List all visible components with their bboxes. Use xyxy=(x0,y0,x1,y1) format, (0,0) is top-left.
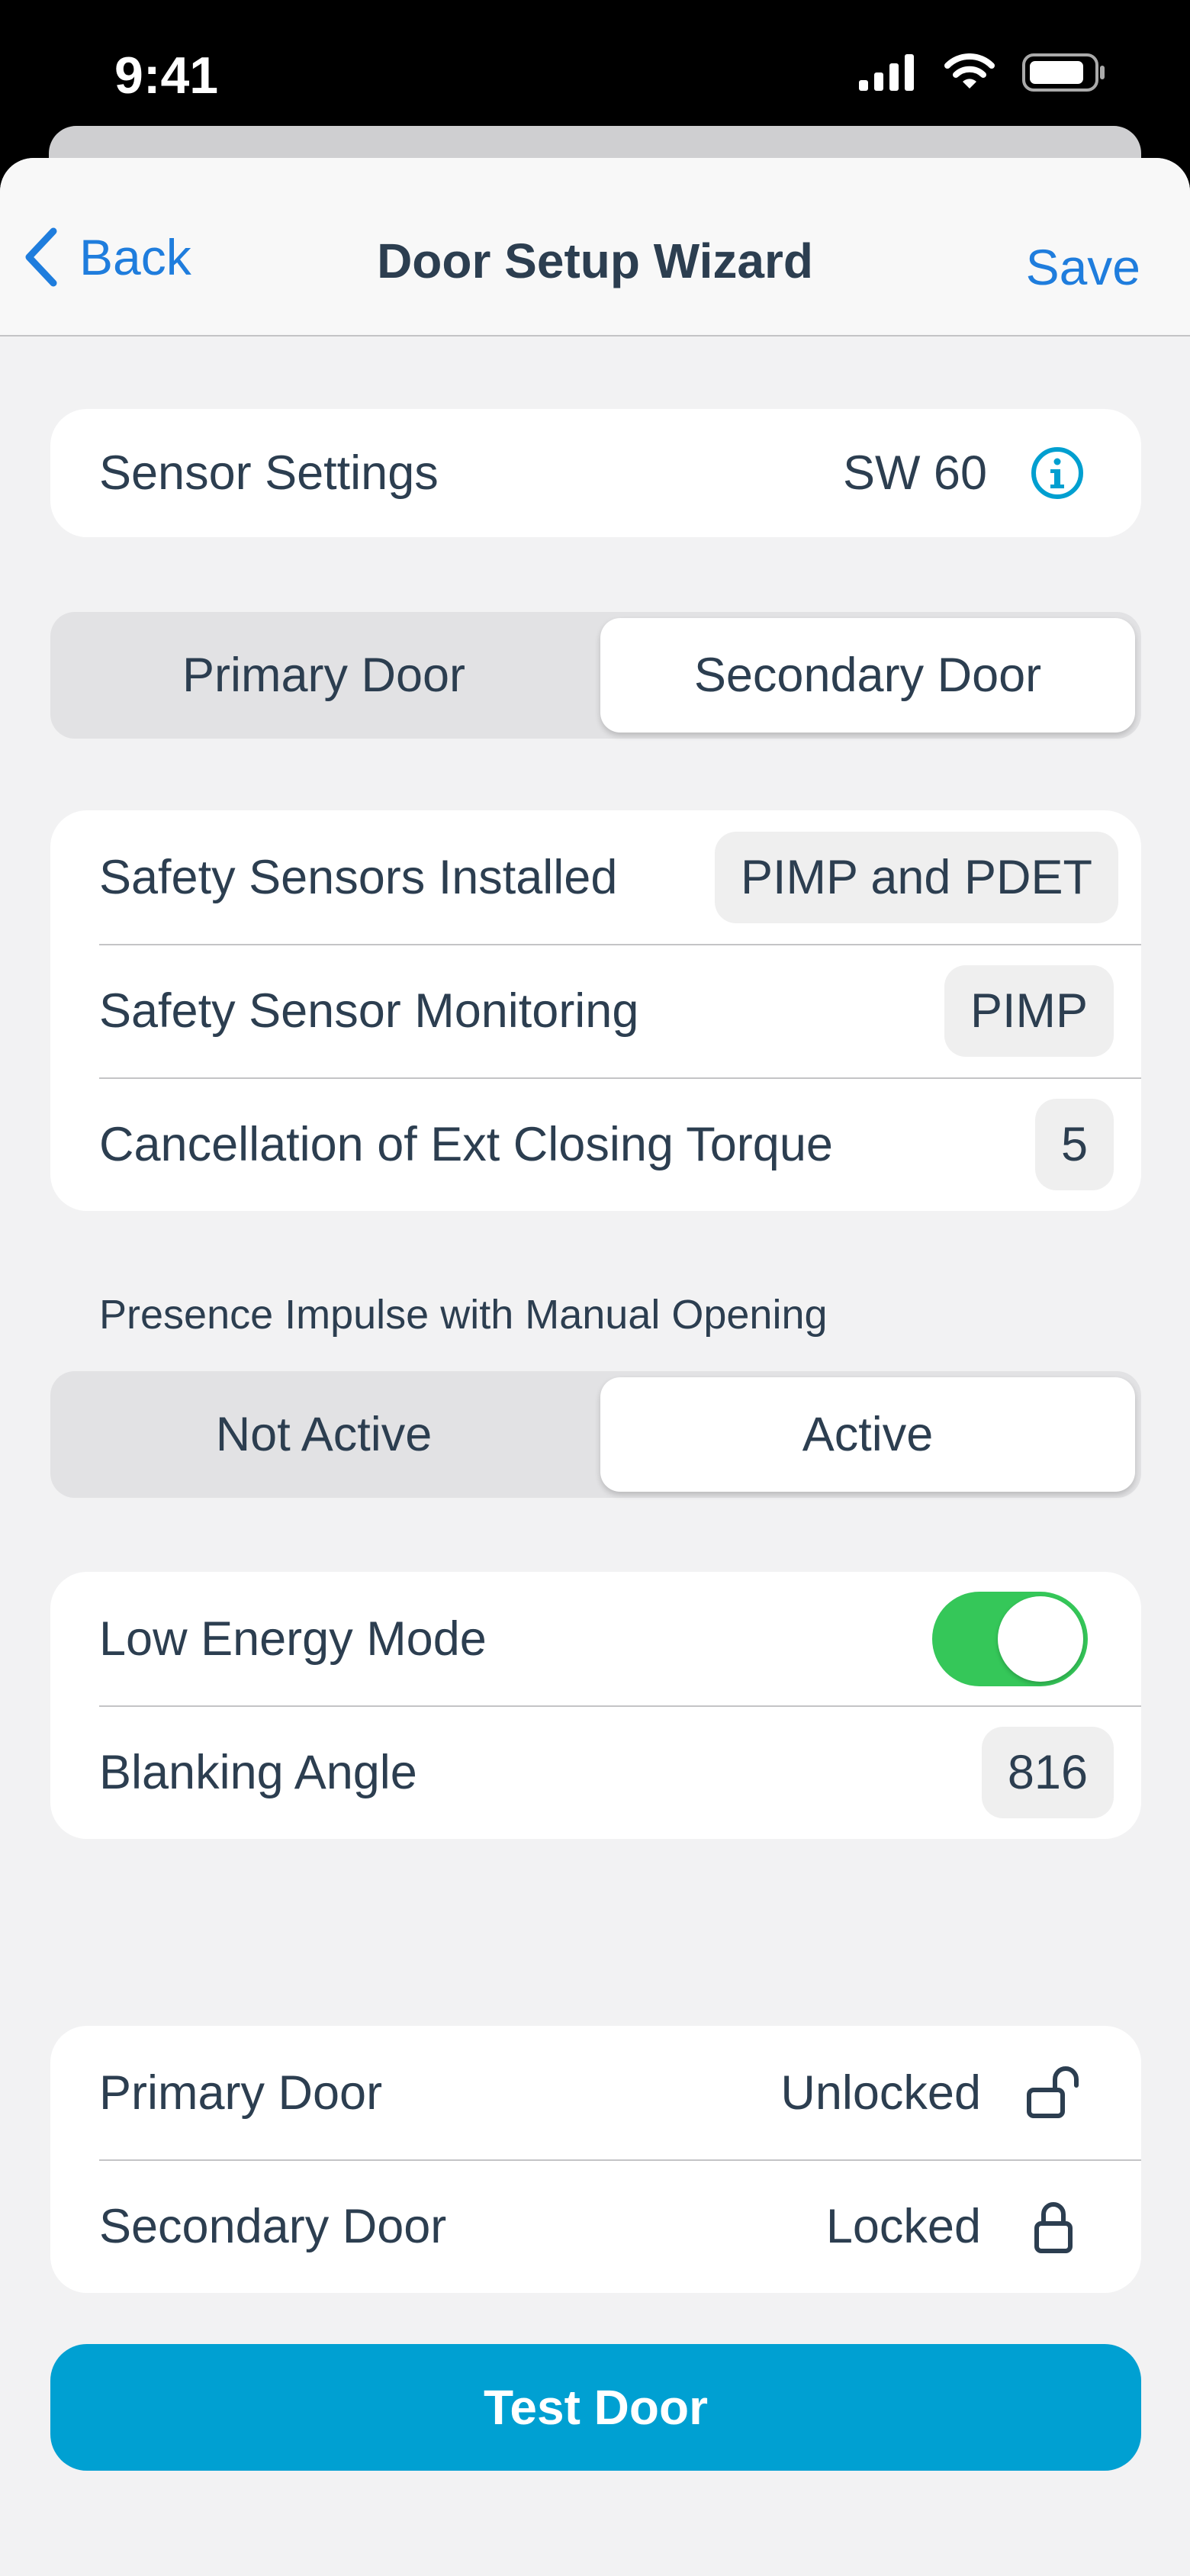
presence-impulse-label: Presence Impulse with Manual Opening xyxy=(99,1292,828,1338)
segment-secondary-door[interactable]: Secondary Door xyxy=(600,618,1135,733)
low-energy-mode-row: Low Energy Mode xyxy=(50,1572,1141,1705)
closing-torque-label: Cancellation of Ext Closing Torque xyxy=(99,1117,833,1171)
closing-torque-value[interactable]: 5 xyxy=(1034,1098,1114,1190)
back-button[interactable]: Back xyxy=(23,227,191,288)
primary-door-status-value: Unlocked xyxy=(780,2066,981,2120)
segment-active[interactable]: Active xyxy=(600,1377,1135,1492)
info-icon[interactable] xyxy=(1030,446,1085,501)
safety-sensors-card: Safety Sensors Installed PIMP and PDET S… xyxy=(50,810,1141,1211)
primary-door-status-row[interactable]: Primary Door Unlocked xyxy=(50,2026,1141,2159)
save-button[interactable]: Save xyxy=(1026,238,1140,296)
sensor-settings-value: SW 60 xyxy=(842,446,987,500)
segment-not-active[interactable]: Not Active xyxy=(56,1377,591,1492)
secondary-door-status-value: Locked xyxy=(825,2199,981,2253)
sensor-settings-label: Sensor Settings xyxy=(99,446,439,500)
blanking-angle-label: Blanking Angle xyxy=(99,1745,417,1799)
toggle-knob xyxy=(998,1596,1083,1682)
primary-door-status-label: Primary Door xyxy=(99,2066,383,2120)
segment-primary-door[interactable]: Primary Door xyxy=(56,618,591,733)
unlocked-padlock-icon xyxy=(1019,2066,1088,2120)
door-status-card: Primary Door Unlocked Secondary Door Loc… xyxy=(50,2026,1141,2293)
low-energy-mode-toggle[interactable] xyxy=(932,1591,1088,1686)
safety-sensors-installed-value[interactable]: PIMP and PDET xyxy=(714,831,1118,923)
safety-sensors-installed-row[interactable]: Safety Sensors Installed PIMP and PDET xyxy=(50,810,1141,944)
door-selector: Primary Door Secondary Door xyxy=(50,612,1141,739)
safety-sensor-monitoring-value[interactable]: PIMP xyxy=(944,964,1114,1057)
locked-padlock-icon xyxy=(1019,2199,1088,2254)
navigation-bar: Back Door Setup Wizard Save xyxy=(0,158,1190,336)
blanking-angle-value[interactable]: 816 xyxy=(981,1726,1114,1818)
blanking-angle-row[interactable]: Blanking Angle 816 xyxy=(50,1705,1141,1839)
cellular-signal-icon xyxy=(859,54,914,91)
presence-impulse-selector: Not Active Active xyxy=(50,1371,1141,1498)
modal-sheet: Back Door Setup Wizard Save Sensor Setti… xyxy=(0,158,1190,2576)
safety-sensors-installed-label: Safety Sensors Installed xyxy=(99,850,618,904)
back-label: Back xyxy=(79,229,191,285)
sensor-settings-row: Sensor Settings SW 60 xyxy=(50,409,1141,537)
secondary-door-status-row[interactable]: Secondary Door Locked xyxy=(50,2159,1141,2293)
low-energy-mode-label: Low Energy Mode xyxy=(99,1612,487,1666)
energy-card: Low Energy Mode Blanking Angle 816 xyxy=(50,1572,1141,1839)
status-icons xyxy=(859,53,1106,92)
wifi-icon xyxy=(944,53,995,89)
battery-icon xyxy=(1022,53,1105,92)
safety-sensor-monitoring-row[interactable]: Safety Sensor Monitoring PIMP xyxy=(50,944,1141,1077)
secondary-door-status-label: Secondary Door xyxy=(99,2199,447,2253)
safety-sensor-monitoring-label: Safety Sensor Monitoring xyxy=(99,984,639,1038)
chevron-left-icon xyxy=(25,227,57,287)
status-time: 9:41 xyxy=(114,47,219,105)
sensor-settings-card: Sensor Settings SW 60 xyxy=(50,409,1141,537)
closing-torque-row[interactable]: Cancellation of Ext Closing Torque 5 xyxy=(50,1077,1141,1211)
test-door-button[interactable]: Test Door xyxy=(50,2344,1141,2471)
